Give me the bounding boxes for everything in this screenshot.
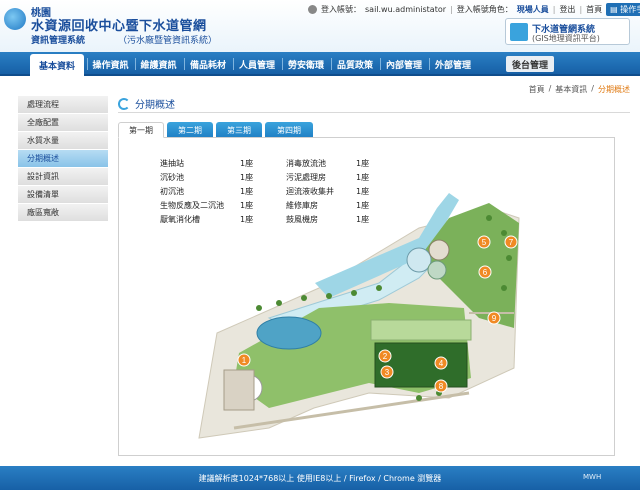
logout-link[interactable]: 登出	[559, 4, 575, 15]
nav-item-operation-info[interactable]: 操作資訊	[88, 55, 133, 73]
main-nav: 基本資料 操作資訊 維護資訊 備品耗材 人員管理 勞安衛環 品質政策 內部管理 …	[0, 52, 640, 76]
role-label: 登入帳號角色：	[456, 4, 513, 14]
breadcrumb: 首頁 / 基本資訊 / 分期概述	[528, 84, 630, 95]
role-value: 現場人員	[516, 4, 549, 14]
sidebar-item-design-info[interactable]: 設計資訊	[18, 168, 108, 186]
sidebar-item-equipment-list[interactable]: 設備清單	[18, 186, 108, 204]
header: 桃園 水資源回收中心暨下水道管網 資訊管理系統 （污水廠暨管資訊系統） 登入帳號…	[0, 0, 640, 52]
sidebar-item-water-quality[interactable]: 水質水量	[18, 132, 108, 150]
tab-phase-4[interactable]: 第四期	[265, 122, 313, 138]
marker-3[interactable]: 3	[385, 368, 390, 377]
nav-item-basic-info[interactable]: 基本資料	[30, 54, 84, 76]
backend-button[interactable]: 後台管理	[506, 56, 554, 72]
breadcrumb-current: 分期概述	[598, 85, 630, 94]
marker-5[interactable]: 5	[482, 238, 487, 247]
nav-item-personnel[interactable]: 人員管理	[234, 55, 280, 73]
header-subtitle: 資訊管理系統	[31, 36, 86, 46]
sidebar-item-plant-area[interactable]: 廠區寬敞	[18, 204, 108, 222]
header-subtitle-paren: （污水廠暨管資訊系統）	[118, 36, 218, 46]
marker-6[interactable]: 6	[483, 268, 488, 277]
marker-9[interactable]: 9	[492, 314, 497, 323]
sidebar: 處理流程 全廠配置 水質水量 分期概述 設計資訊 設備清單 廠區寬敞	[18, 96, 108, 222]
marker-8[interactable]: 8	[439, 382, 444, 391]
site-plan-map: 1 2 3 4 5 6 7 8 9	[198, 193, 520, 439]
nav-item-spare-parts[interactable]: 備品耗材	[185, 55, 231, 73]
tab-phase-1[interactable]: 第一期	[118, 122, 164, 138]
manual-label: 操作手冊	[620, 4, 640, 14]
nav-item-quality[interactable]: 品質政策	[332, 55, 378, 73]
section-title: 分期概述	[118, 96, 175, 111]
login-label: 登入帳號：	[321, 4, 361, 14]
home-link[interactable]: 首頁	[586, 4, 602, 15]
refresh-icon	[118, 97, 130, 110]
divider	[118, 112, 630, 113]
footer: 建議解析度1024*768以上 使用IE8以上 / Firefox / Chro…	[0, 466, 640, 490]
marker-2[interactable]: 2	[383, 352, 388, 361]
user-bar: 登入帳號： sail.wu.administator | 登入帳號角色： 現場人…	[308, 2, 640, 16]
nav-item-internal[interactable]: 內部管理	[381, 55, 427, 73]
book-icon: ▤	[610, 4, 618, 14]
marker-4[interactable]: 4	[439, 359, 444, 368]
tab-phase-2[interactable]: 第二期	[167, 122, 213, 138]
login-account: sail.wu.administator	[365, 4, 447, 14]
user-icon	[308, 4, 317, 14]
manual-button[interactable]: ▤ 操作手冊	[606, 2, 640, 16]
page-title: 分期概述	[135, 100, 175, 111]
marker-7[interactable]: 7	[509, 238, 514, 247]
nav-item-maintenance-info[interactable]: 維護資訊	[136, 55, 181, 73]
header-title: 水資源回收中心暨下水道管網	[31, 19, 207, 34]
sidebar-item-plant-layout[interactable]: 全廠配置	[18, 114, 108, 132]
nav-item-safety[interactable]: 勞安衛環	[283, 55, 329, 73]
gis-subtitle: (GIS地理資訊平台)	[532, 34, 600, 43]
logo-icon	[4, 8, 26, 30]
nav-item-external[interactable]: 外部管理	[430, 55, 476, 73]
marker-1[interactable]: 1	[242, 356, 247, 365]
tab-phase-3[interactable]: 第三期	[216, 122, 262, 138]
footer-brand: MWH	[583, 473, 602, 481]
sidebar-item-process-flow[interactable]: 處理流程	[18, 96, 108, 114]
map-icon	[510, 23, 528, 41]
breadcrumb-basic-info[interactable]: 基本資訊	[555, 84, 587, 95]
sidebar-item-phase-overview[interactable]: 分期概述	[18, 150, 108, 168]
breadcrumb-home[interactable]: 首頁	[529, 84, 545, 95]
footer-text: 建議解析度1024*768以上 使用IE8以上 / Firefox / Chro…	[198, 474, 442, 483]
gis-system-button[interactable]: 下水道管網系統 (GIS地理資訊平台)	[505, 18, 630, 45]
